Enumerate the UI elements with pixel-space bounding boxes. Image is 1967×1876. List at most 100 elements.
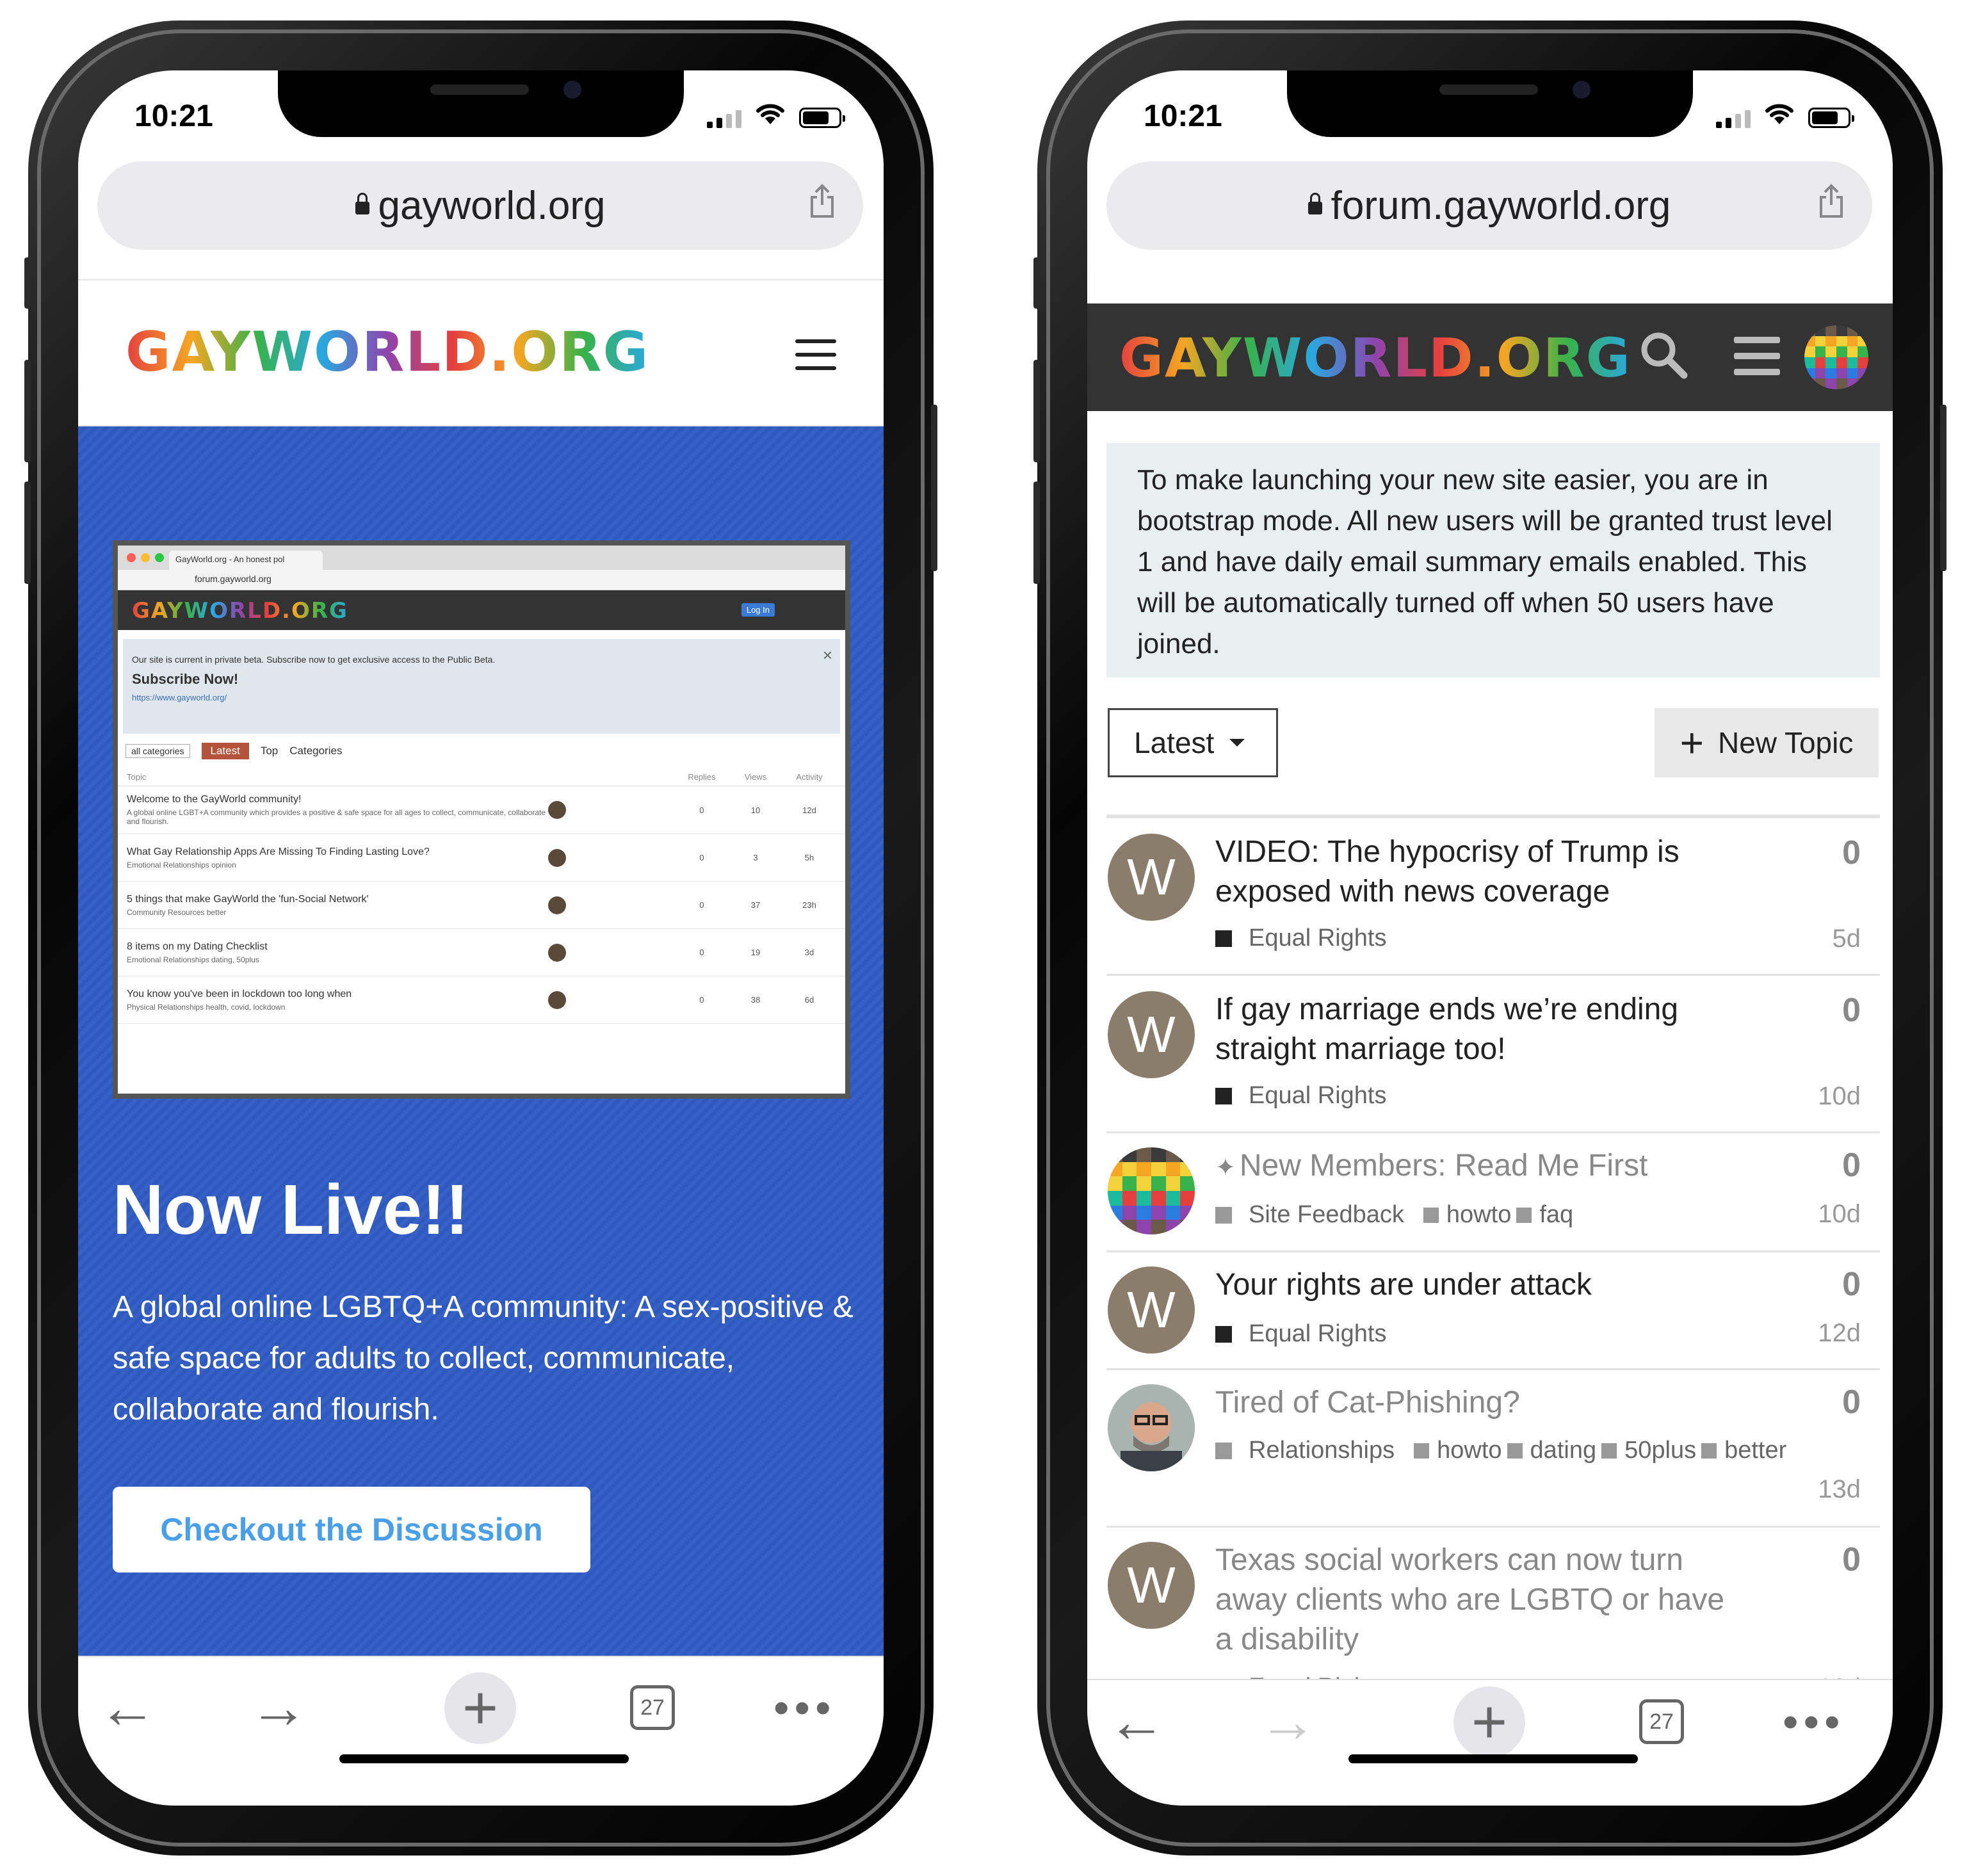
topic-row[interactable]: Tired of Cat-Phishing? 0 Relationships h… — [1106, 1370, 1880, 1528]
topic-tag[interactable]: dating — [1507, 1437, 1596, 1464]
back-arrow-icon[interactable]: ← — [92, 1672, 163, 1743]
back-arrow-icon[interactable]: ← — [1101, 1686, 1172, 1757]
category-label: Equal Rights — [1249, 1082, 1387, 1109]
user-avatar[interactable] — [1804, 325, 1868, 389]
mini-nav-item: Top — [260, 745, 279, 757]
topic-title[interactable]: If gay marriage ends we’re ending straig… — [1215, 990, 1740, 1069]
new-topic-label: New Topic — [1718, 726, 1854, 759]
avatar-pixel — [1847, 336, 1858, 347]
avatar-pixel — [1825, 336, 1836, 347]
mini-activity: 3d — [804, 948, 814, 957]
topic-avatar[interactable]: W — [1108, 991, 1195, 1078]
topic-title-text: New Members: Read Me First — [1239, 1149, 1648, 1183]
bootstrap-notice: To make launching your new site easier, … — [1106, 443, 1880, 677]
mute-switch — [24, 257, 31, 309]
person-photo-icon — [1108, 1384, 1195, 1471]
avatar-pixel — [1858, 336, 1868, 347]
topic-reply-count: 0 — [1842, 1266, 1861, 1303]
mini-avatar — [548, 848, 566, 867]
topic-category[interactable]: Equal Rights — [1215, 1082, 1386, 1110]
avatar-pixel — [1815, 336, 1826, 347]
topic-tag[interactable]: howto — [1423, 1201, 1511, 1229]
mini-table-row: 8 items on my Dating Checklist Emotional … — [118, 929, 845, 976]
latest-dropdown[interactable]: Latest — [1108, 708, 1278, 777]
share-icon[interactable] — [809, 183, 835, 219]
pin-icon: ✦ — [1215, 1154, 1236, 1181]
checkout-discussion-button[interactable]: Checkout the Discussion — [113, 1487, 590, 1573]
address-bar[interactable]: forum.gayworld.org — [1106, 161, 1872, 250]
avatar-pixel — [1825, 357, 1836, 368]
topic-age: 12d — [1818, 1319, 1861, 1347]
signal-icon — [1716, 110, 1751, 128]
status-icons — [1716, 102, 1854, 128]
site-logo[interactable]: GAYWORLD.ORG — [1119, 327, 1631, 389]
topic-avatar[interactable] — [1108, 1147, 1195, 1234]
side-button — [931, 405, 937, 571]
forward-arrow-icon[interactable]: → — [1252, 1686, 1323, 1757]
topic-title[interactable]: Tired of Cat-Phishing? — [1215, 1383, 1740, 1423]
menu-icon[interactable] — [795, 339, 836, 370]
volume-down-button — [24, 481, 31, 584]
avatar-pixel — [1165, 1161, 1181, 1177]
topic-category[interactable]: Equal Rights — [1215, 925, 1386, 952]
new-tab-plus-icon[interactable]: + — [444, 1672, 516, 1744]
status-icons — [707, 102, 845, 128]
avatar-pixel — [1804, 336, 1815, 347]
mini-views: 10 — [750, 805, 761, 815]
forward-arrow-icon[interactable]: → — [243, 1672, 314, 1743]
topic-tag[interactable]: faq — [1516, 1201, 1573, 1229]
search-icon[interactable] — [1638, 329, 1689, 380]
tabs-count-button[interactable]: 27 — [630, 1685, 675, 1730]
topic-row[interactable]: ✦ New Members: Read Me First 0 Site Feedb… — [1106, 1133, 1880, 1252]
topic-age: 10d — [1818, 1082, 1861, 1110]
more-dots-icon[interactable]: ••• — [773, 1672, 836, 1743]
address-bar[interactable]: gayworld.org — [97, 161, 863, 250]
avatar-pixel — [1137, 1205, 1151, 1220]
topic-category[interactable]: Site Feedback howto faq — [1215, 1201, 1573, 1229]
avatar-pixel — [1137, 1161, 1151, 1177]
new-topic-button[interactable]: + New Topic — [1655, 708, 1879, 777]
avatar-pixel — [1165, 1190, 1181, 1206]
topic-tag[interactable]: better — [1701, 1437, 1786, 1464]
topic-category[interactable]: Equal Rights — [1215, 1320, 1386, 1348]
avatar-pixel — [1137, 1190, 1151, 1206]
site-logo[interactable]: GAYWORLD.ORG — [125, 320, 649, 384]
topic-title[interactable]: VIDEO: The hypocrisy of Trump is exposed… — [1215, 832, 1740, 912]
topic-avatar[interactable] — [1108, 1384, 1195, 1471]
new-tab-plus-icon[interactable]: + — [1453, 1686, 1525, 1758]
browser-toolbar: ← → + 27 ••• — [78, 1656, 884, 1806]
volume-up-button — [1033, 360, 1040, 462]
avatar-pixel — [1804, 357, 1815, 368]
more-dots-icon[interactable]: ••• — [1783, 1686, 1845, 1757]
wifi-icon — [756, 102, 785, 128]
category-label: Relationships — [1249, 1437, 1395, 1464]
topic-category[interactable]: Relationships howto dating 50plus better — [1215, 1437, 1786, 1464]
topic-avatar[interactable]: W — [1108, 1542, 1195, 1629]
mini-row-title: You know you've been in lockdown too lon… — [127, 988, 352, 999]
volume-down-button — [1033, 481, 1040, 584]
mini-address: forum.gayworld.org — [118, 570, 845, 590]
menu-icon[interactable] — [1734, 337, 1780, 375]
avatar-pixel — [1180, 1176, 1195, 1191]
topic-row[interactable]: W VIDEO: The hypocrisy of Trump is expos… — [1106, 818, 1880, 976]
avatar-pixel — [1108, 1147, 1122, 1162]
tabs-count-button[interactable]: 27 — [1639, 1699, 1684, 1744]
avatar-pixel — [1847, 368, 1858, 379]
topic-title[interactable]: Your rights are under attack — [1215, 1265, 1740, 1305]
avatar-pixel — [1151, 1205, 1166, 1220]
topic-row[interactable]: W If gay marriage ends we’re ending stra… — [1106, 976, 1880, 1133]
share-icon[interactable] — [1818, 183, 1844, 219]
site-header: GAYWORLD.ORG — [78, 279, 884, 426]
avatar-pixel — [1122, 1190, 1137, 1206]
topic-avatar[interactable]: W — [1108, 1266, 1195, 1354]
avatar-pixel — [1825, 346, 1836, 357]
topic-title[interactable]: Texas social workers can now turn away c… — [1215, 1540, 1740, 1660]
topic-title[interactable]: ✦ New Members: Read Me First — [1215, 1146, 1740, 1188]
topic-avatar[interactable]: W — [1108, 834, 1195, 921]
topic-row[interactable]: W Your rights are under attack 0 Equal R… — [1106, 1252, 1880, 1370]
avatar-pixel — [1165, 1176, 1181, 1191]
mini-activity: 23h — [802, 900, 816, 910]
topic-tag[interactable]: 50plus — [1601, 1437, 1696, 1464]
topic-tag[interactable]: howto — [1414, 1437, 1502, 1464]
notch — [278, 70, 684, 137]
